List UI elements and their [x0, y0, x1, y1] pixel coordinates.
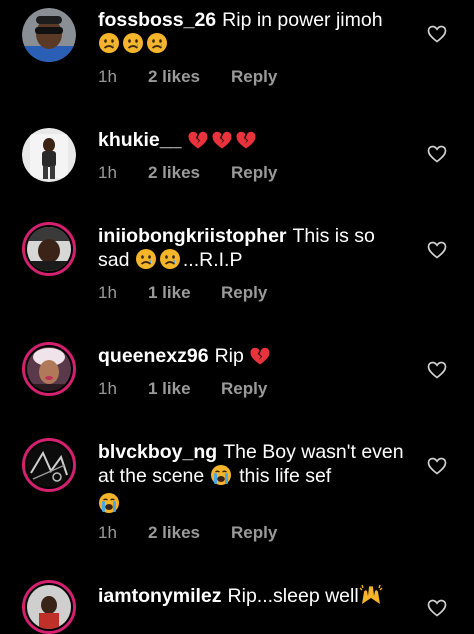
avatar[interactable]: [22, 342, 76, 396]
reply-button[interactable]: Reply: [221, 283, 267, 303]
sad-face-icon: [146, 32, 168, 60]
like-heart-icon[interactable]: [427, 599, 447, 617]
comment-meta: 1h 2 likes Reply: [98, 163, 277, 183]
comment-body: ...R.I.P: [182, 249, 243, 271]
sad-face-icon: [135, 248, 157, 276]
comment-meta: 1h 2 likes Reply: [98, 67, 277, 87]
comment-text: iniiobongkriistopher This is so sad ...R.…: [98, 224, 408, 276]
sad-face-icon: [98, 32, 120, 60]
comment-username[interactable]: khukie__: [98, 129, 181, 151]
broken-heart-icon: [235, 130, 257, 156]
comment-likes[interactable]: 1 like: [148, 379, 221, 399]
comment-meta: 1h 1 like Reply: [98, 283, 267, 303]
avatar[interactable]: [22, 438, 76, 492]
broken-heart-icon: [187, 130, 209, 156]
comment-likes[interactable]: 2 likes: [148, 67, 231, 87]
raised-hands-icon: [359, 584, 383, 612]
comment-username[interactable]: queenexz96: [98, 345, 209, 367]
reply-button[interactable]: Reply: [231, 523, 277, 543]
broken-heart-icon: [211, 130, 233, 156]
reply-button[interactable]: Reply: [221, 379, 267, 399]
comment-username[interactable]: iamtonymilez: [98, 585, 222, 607]
avatar[interactable]: [22, 8, 76, 62]
like-heart-icon[interactable]: [427, 241, 447, 259]
comment-text: blvckboy_ng The Boy wasn't even at the sc…: [98, 440, 408, 520]
sad-face-icon: [122, 32, 144, 60]
comment-body: Rip: [214, 345, 244, 367]
like-heart-icon[interactable]: [427, 145, 447, 163]
like-heart-icon[interactable]: [427, 25, 447, 43]
comment-time: 1h: [98, 523, 117, 542]
avatar[interactable]: [22, 580, 76, 634]
reply-button[interactable]: Reply: [231, 163, 277, 183]
comment-username[interactable]: fossboss_26: [98, 9, 216, 31]
comment-meta: 1h 1 like Reply: [98, 379, 267, 399]
reply-button[interactable]: Reply: [231, 67, 277, 87]
crying-face-icon: [98, 492, 120, 520]
comment-body: Rip in power jimoh: [222, 9, 383, 31]
avatar[interactable]: [22, 128, 76, 182]
comment-time: 1h: [98, 163, 117, 182]
comment-time: 1h: [98, 379, 117, 398]
comment-likes[interactable]: 2 likes: [148, 163, 231, 183]
comment-body: Rip...sleep well: [227, 585, 359, 607]
comment-text: fossboss_26 Rip in power jimoh: [98, 8, 408, 60]
comment-time: 1h: [98, 283, 117, 302]
comment-likes[interactable]: 1 like: [148, 283, 221, 303]
comment-username[interactable]: iniiobongkriistopher: [98, 225, 287, 247]
sad-face-icon: [159, 248, 181, 276]
like-heart-icon[interactable]: [427, 361, 447, 379]
comment-text: queenexz96 Rip: [98, 344, 408, 372]
broken-heart-icon: [249, 346, 271, 372]
comment-username[interactable]: blvckboy_ng: [98, 441, 217, 463]
avatar[interactable]: [22, 222, 76, 276]
crying-face-icon: [210, 464, 232, 492]
comment-text: iamtonymilez Rip...sleep well: [98, 584, 408, 612]
comment-likes[interactable]: 2 likes: [148, 523, 231, 543]
comment-meta: 1h 2 likes Reply: [98, 523, 277, 543]
comment-text: khukie__: [98, 128, 408, 156]
comment-time: 1h: [98, 67, 117, 86]
like-heart-icon[interactable]: [427, 457, 447, 475]
comment-body: this life sef: [239, 465, 332, 487]
